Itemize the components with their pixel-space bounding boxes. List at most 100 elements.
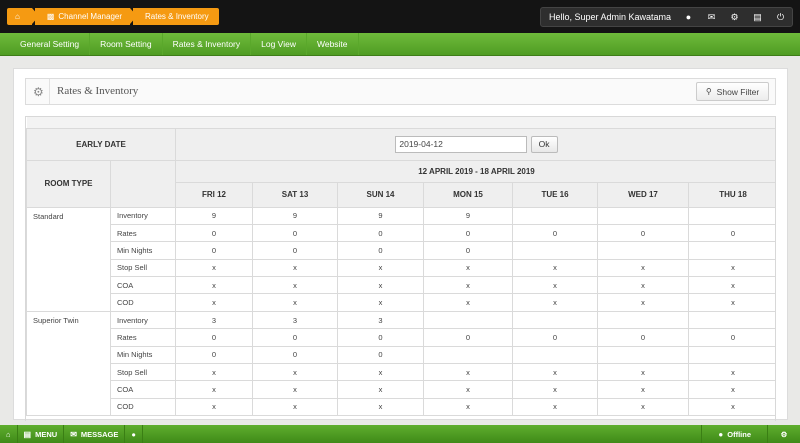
status-indicator[interactable]: ● Offline xyxy=(701,425,768,443)
rate-cell[interactable]: x xyxy=(337,380,424,399)
rate-cell[interactable] xyxy=(423,310,513,330)
rate-cell[interactable]: 0 xyxy=(512,223,598,243)
rate-cell[interactable]: 0 xyxy=(337,345,424,365)
rate-cell[interactable]: x xyxy=(252,380,338,399)
rate-cell[interactable]: 0 xyxy=(512,328,598,347)
rate-cell[interactable]: x xyxy=(597,293,689,312)
rate-cell[interactable]: x xyxy=(597,380,689,399)
nav-general-setting[interactable]: General Setting xyxy=(10,33,91,55)
breadcrumb-rates-inventory[interactable]: Rates & Inventory xyxy=(133,8,219,25)
rate-cell[interactable]: x xyxy=(597,363,689,382)
power-icon[interactable]: ⏻ xyxy=(769,12,792,23)
rate-cell[interactable]: 0 xyxy=(252,223,338,243)
nav-room-setting[interactable]: Room Setting xyxy=(90,33,163,55)
rate-cell[interactable]: x xyxy=(252,363,338,382)
rate-cell[interactable]: x xyxy=(252,293,338,312)
bottom-home-button[interactable]: ⌂ xyxy=(0,425,18,443)
rate-cell[interactable]: x xyxy=(512,276,598,295)
rate-cell[interactable] xyxy=(597,206,689,225)
rate-cell[interactable]: x xyxy=(175,363,253,382)
rate-cell[interactable]: 0 xyxy=(688,328,775,347)
rate-cell[interactable]: 0 xyxy=(597,223,689,243)
breadcrumb-home[interactable]: ⌂ xyxy=(7,8,39,25)
rate-cell[interactable]: x xyxy=(688,276,775,295)
rate-cell[interactable]: 0 xyxy=(175,223,253,243)
rate-cell[interactable] xyxy=(512,345,598,365)
rate-cell[interactable]: 9 xyxy=(252,206,338,225)
rate-cell[interactable] xyxy=(512,310,598,330)
pin-button[interactable]: ● xyxy=(125,425,143,443)
rate-cell[interactable] xyxy=(423,345,513,365)
rate-cell[interactable]: x xyxy=(175,276,253,295)
nav-website[interactable]: Website xyxy=(307,33,359,55)
rate-cell[interactable]: x xyxy=(423,380,513,399)
rate-cell[interactable]: x xyxy=(175,380,253,399)
rate-cell[interactable] xyxy=(688,345,775,365)
breadcrumb-channel-manager[interactable]: ▩ Channel Manager xyxy=(34,8,138,25)
rate-cell[interactable]: x xyxy=(423,276,513,295)
rate-cell[interactable] xyxy=(597,345,689,365)
rate-cell[interactable]: 0 xyxy=(175,328,253,347)
rate-cell[interactable]: 0 xyxy=(423,223,513,243)
rate-cell[interactable]: x xyxy=(175,293,253,312)
rate-cell[interactable]: 0 xyxy=(423,241,513,260)
rate-cell[interactable]: x xyxy=(423,258,513,278)
rate-cell[interactable]: x xyxy=(252,276,338,295)
rate-cell[interactable]: 0 xyxy=(175,345,253,365)
rate-cell[interactable]: 0 xyxy=(252,328,338,347)
rate-cell[interactable]: x xyxy=(688,363,775,382)
rate-cell[interactable]: x xyxy=(252,258,338,278)
rate-cell[interactable]: x xyxy=(512,258,598,278)
rate-cell[interactable]: 0 xyxy=(597,328,689,347)
rate-cell[interactable]: 0 xyxy=(337,223,424,243)
envelope-icon[interactable]: ✉ xyxy=(700,12,723,23)
rate-cell[interactable]: x xyxy=(337,293,424,312)
rate-cell[interactable]: 9 xyxy=(337,206,424,225)
rate-cell[interactable] xyxy=(512,241,598,260)
rate-cell[interactable]: x xyxy=(337,276,424,295)
rate-cell[interactable] xyxy=(597,310,689,330)
rate-cell[interactable]: 3 xyxy=(337,310,424,330)
rate-cell[interactable]: x xyxy=(512,363,598,382)
rate-cell[interactable]: x xyxy=(337,258,424,278)
rate-cell[interactable]: 0 xyxy=(252,241,338,260)
show-filter-button[interactable]: ⚲ Show Filter xyxy=(696,82,769,101)
ok-button[interactable]: Ok xyxy=(530,135,558,153)
rate-cell[interactable]: 0 xyxy=(175,241,253,260)
nav-rates-inventory[interactable]: Rates & Inventory xyxy=(163,33,252,55)
gear-icon[interactable]: ⚙ xyxy=(768,430,800,439)
rate-cell[interactable]: x xyxy=(512,397,598,417)
rate-cell[interactable] xyxy=(597,241,689,260)
user-icon[interactable]: ● xyxy=(677,12,700,22)
rate-cell[interactable]: x xyxy=(175,258,253,278)
rate-cell[interactable]: x xyxy=(252,397,338,417)
rate-cell[interactable]: x xyxy=(175,397,253,417)
early-date-input[interactable] xyxy=(395,135,528,153)
rate-cell[interactable]: x xyxy=(423,397,513,417)
rate-cell[interactable]: x xyxy=(688,293,775,312)
rate-cell[interactable]: x xyxy=(597,258,689,278)
rate-cell[interactable]: x xyxy=(423,363,513,382)
rate-cell[interactable]: x xyxy=(688,380,775,399)
rate-cell[interactable]: 9 xyxy=(175,206,253,225)
rate-cell[interactable]: x xyxy=(688,258,775,278)
rate-cell[interactable]: x xyxy=(423,293,513,312)
rate-cell[interactable]: 3 xyxy=(175,310,253,330)
rate-cell[interactable] xyxy=(688,206,775,225)
rate-cell[interactable]: 0 xyxy=(337,241,424,260)
rate-cell[interactable]: x xyxy=(512,380,598,399)
rate-cell[interactable]: x xyxy=(512,293,598,312)
rate-cell[interactable]: x xyxy=(597,397,689,417)
rate-cell[interactable]: 3 xyxy=(252,310,338,330)
nav-log-view[interactable]: Log View xyxy=(251,33,307,55)
rate-cell[interactable]: x xyxy=(688,397,775,417)
menu-button[interactable]: ▤ MENU xyxy=(18,425,65,443)
rate-cell[interactable] xyxy=(512,206,598,225)
message-button[interactable]: ✉ MESSAGE xyxy=(64,425,126,443)
rate-cell[interactable]: x xyxy=(337,363,424,382)
rate-cell[interactable]: 9 xyxy=(423,206,513,225)
gear-icon[interactable]: ⚙ xyxy=(723,12,746,23)
rate-cell[interactable] xyxy=(688,241,775,260)
rate-cell[interactable]: 0 xyxy=(423,328,513,347)
rate-cell[interactable]: 0 xyxy=(337,328,424,347)
